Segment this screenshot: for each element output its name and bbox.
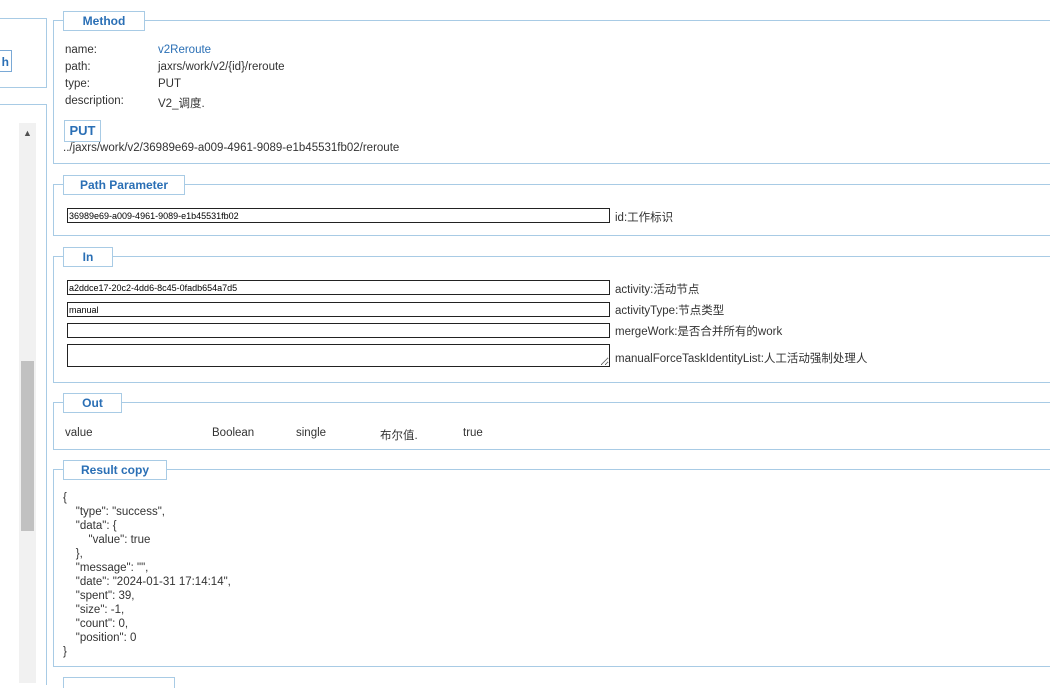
out-field-value: true xyxy=(463,427,483,439)
method-section: Method name: v2Reroute path: jaxrs/work/… xyxy=(53,11,1050,164)
result-json: { "type": "success", "data": { "value": … xyxy=(63,492,231,658)
merge-work-label: mergeWork:是否合并所有的work xyxy=(615,326,783,338)
put-button[interactable]: PUT xyxy=(64,120,101,142)
result-copy-legend[interactable]: Result copy xyxy=(63,460,167,480)
out-field-description: 布尔值. xyxy=(380,430,418,442)
activity-type-input[interactable] xyxy=(67,302,610,317)
id-label: id:工作标识 xyxy=(615,212,674,224)
activity-type-label: activityType:节点类型 xyxy=(615,305,725,317)
search-button[interactable]: h xyxy=(0,50,12,72)
description-key: description: xyxy=(65,95,124,107)
out-field-type: Boolean xyxy=(212,427,255,439)
in-legend: In xyxy=(63,247,113,267)
activity-label: activity:活动节点 xyxy=(615,284,700,296)
path-value: jaxrs/work/v2/{id}/reroute xyxy=(158,61,285,73)
scrollbar-thumb[interactable] xyxy=(21,361,34,531)
out-legend: Out xyxy=(63,393,122,413)
next-section-legend xyxy=(63,677,175,688)
merge-work-input[interactable] xyxy=(67,323,610,338)
path-parameter-section: Path Parameter id:工作标识 xyxy=(53,175,1050,236)
out-field-mode: single xyxy=(296,427,327,439)
activity-input[interactable] xyxy=(67,280,610,295)
list-scrollbar[interactable]: ▲ xyxy=(19,123,36,683)
out-field-name: value xyxy=(65,427,93,439)
type-key: type: xyxy=(65,78,90,90)
request-url: ../jaxrs/work/v2/36989e69-a009-4961-9089… xyxy=(63,142,400,154)
id-input[interactable] xyxy=(67,208,610,223)
method-name-link[interactable]: v2Reroute xyxy=(158,44,211,56)
scroll-up-arrow-icon[interactable]: ▲ xyxy=(19,126,36,140)
manual-force-task-identity-list-label: manualForceTaskIdentityList:人工活动强制处理人 xyxy=(615,353,868,365)
name-key: name: xyxy=(65,44,97,56)
manual-force-task-identity-list-textarea[interactable] xyxy=(67,344,610,367)
path-key: path: xyxy=(65,61,91,73)
in-section: In activity:活动节点 activityType:节点类型 merge… xyxy=(53,247,1050,383)
path-parameter-legend: Path Parameter xyxy=(63,175,185,195)
out-section: Out value Boolean single 布尔值. true xyxy=(53,393,1050,450)
result-section: Result copy { "type": "success", "data":… xyxy=(53,460,1050,667)
method-legend: Method xyxy=(63,11,145,31)
description-value: V2_调度. xyxy=(158,98,205,110)
type-value: PUT xyxy=(158,78,181,90)
